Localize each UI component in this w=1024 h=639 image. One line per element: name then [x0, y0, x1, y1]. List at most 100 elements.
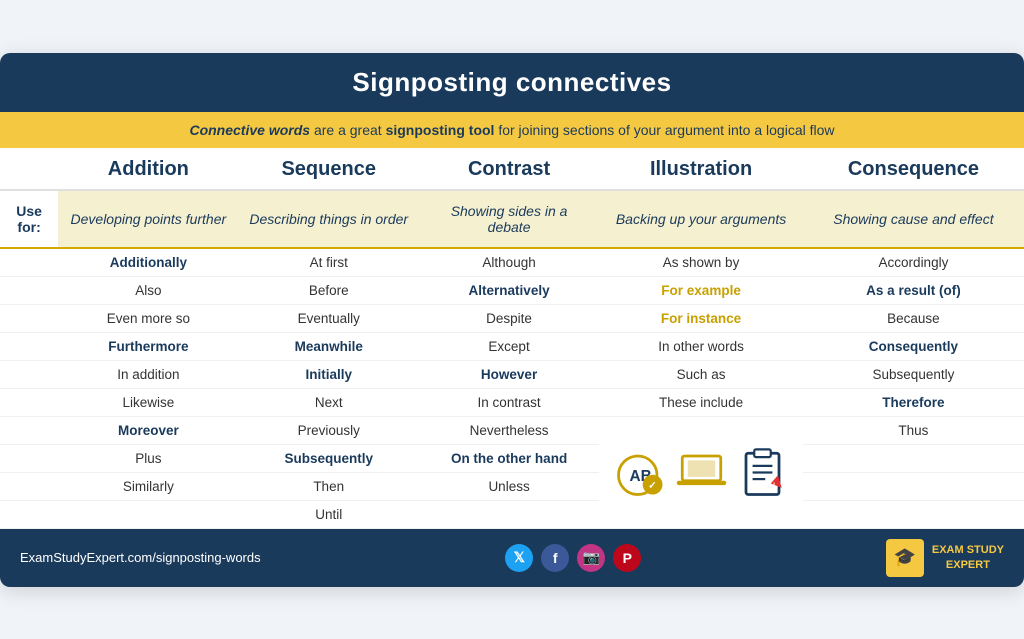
cell-contrast-5: In contrast	[419, 388, 599, 416]
brand-logo: 🎓 EXAM STUDY EXPERT	[886, 539, 1004, 577]
header-contrast: Contrast	[419, 148, 599, 190]
table-row: MoreoverPreviouslyNevertheless AB ✓	[0, 416, 1024, 444]
subtitle-connective-words: Connective words	[189, 122, 310, 138]
table-row: AdditionallyAt firstAlthoughAs shown byA…	[0, 248, 1024, 277]
cell-sequence-4: Initially	[239, 360, 419, 388]
brand-line2: EXPERT	[946, 559, 990, 571]
brand-text: EXAM STUDY EXPERT	[932, 543, 1004, 572]
laptop-icon	[674, 445, 729, 500]
cell-addition-4: In addition	[58, 360, 238, 388]
word-text: On the other hand	[451, 451, 567, 466]
twitter-icon[interactable]: 𝕏	[505, 544, 533, 572]
cell-sequence-8: Then	[239, 472, 419, 500]
cell-addition-1: Also	[58, 276, 238, 304]
svg-text:✓: ✓	[648, 480, 656, 491]
cell-sequence-5: Next	[239, 388, 419, 416]
cell-consequence-3: Consequently	[803, 332, 1024, 360]
title-bar: Signposting connectives	[0, 53, 1024, 112]
word-text: Additionally	[110, 255, 187, 270]
row-label-empty	[0, 472, 58, 500]
word-text: Therefore	[882, 395, 944, 410]
use-for-row: Use for: Developing points further Descr…	[0, 190, 1024, 248]
brand-icon: 🎓	[886, 539, 924, 577]
cell-consequence-7	[803, 444, 1024, 472]
header-illustration: Illustration	[599, 148, 803, 190]
subtitle-signposting-tool: signposting tool	[386, 122, 495, 138]
table-row: LikewiseNextIn contrastThese includeTher…	[0, 388, 1024, 416]
empty-header	[0, 148, 58, 190]
cell-contrast-9	[419, 500, 599, 528]
word-text: Alternatively	[469, 283, 550, 298]
table-row: Even more soEventuallyDespite For instanc…	[0, 304, 1024, 332]
word-text: Subsequently	[284, 451, 373, 466]
cell-sequence-9: Until	[239, 500, 419, 528]
table-row: In additionInitiallyHoweverSuch asSubseq…	[0, 360, 1024, 388]
card: Signposting connectives Connective words…	[0, 53, 1024, 587]
row-label-empty	[0, 360, 58, 388]
use-for-sequence: Describing things in order	[239, 190, 419, 248]
social-icons: 𝕏 f 📷 P	[505, 544, 641, 572]
cell-consequence-8	[803, 472, 1024, 500]
row-label-empty	[0, 388, 58, 416]
word-text: Consequently	[869, 339, 958, 354]
cell-contrast-1: Alternatively	[419, 276, 599, 304]
content-area: Addition Sequence Contrast Illustration …	[0, 148, 1024, 529]
cell-addition-2: Even more so	[58, 304, 238, 332]
cell-addition-6: Moreover	[58, 416, 238, 444]
pinterest-icon[interactable]: P	[613, 544, 641, 572]
cell-contrast-6: Nevertheless	[419, 416, 599, 444]
cell-consequence-1: As a result (of)	[803, 276, 1024, 304]
column-header-row: Addition Sequence Contrast Illustration …	[0, 148, 1024, 190]
subtitle-bar: Connective words are a great signposting…	[0, 112, 1024, 148]
cell-contrast-2: Despite	[419, 304, 599, 332]
row-label-empty	[0, 248, 58, 277]
table-row: Plus Subsequently On the other hand	[0, 444, 1024, 472]
abc-icon: AB ✓	[613, 445, 668, 500]
word-text: Moreover	[118, 423, 179, 438]
brand-line1: EXAM STUDY	[932, 544, 1004, 556]
cell-sequence-0: At first	[239, 248, 419, 277]
header-consequence: Consequence	[803, 148, 1024, 190]
cell-consequence-2: Because	[803, 304, 1024, 332]
use-for-addition: Developing points further	[58, 190, 238, 248]
cell-illustration-6: AB ✓	[599, 416, 803, 528]
cell-addition-9	[58, 500, 238, 528]
row-label-empty	[0, 444, 58, 472]
use-for-illustration: Backing up your arguments	[599, 190, 803, 248]
row-label-empty	[0, 304, 58, 332]
facebook-icon[interactable]: f	[541, 544, 569, 572]
cell-illustration-2: For instance	[599, 304, 803, 332]
cell-addition-7: Plus	[58, 444, 238, 472]
cell-contrast-0: Although	[419, 248, 599, 277]
cell-illustration-4: Such as	[599, 360, 803, 388]
cell-contrast-4: However	[419, 360, 599, 388]
subtitle-part4: for joining sections of your argument in…	[494, 122, 834, 138]
use-for-contrast: Showing sides in a debate	[419, 190, 599, 248]
cell-illustration-5: These include	[599, 388, 803, 416]
cell-sequence-6: Previously	[239, 416, 419, 444]
word-text: However	[481, 367, 537, 382]
instagram-icon[interactable]: 📷	[577, 544, 605, 572]
table-row: Until	[0, 500, 1024, 528]
table-row: FurthermoreMeanwhileExceptIn other words…	[0, 332, 1024, 360]
row-label-empty	[0, 276, 58, 304]
row-label-empty	[0, 500, 58, 528]
cell-addition-0: Additionally	[58, 248, 238, 277]
use-for-label: Use for:	[0, 190, 58, 248]
cell-sequence-7: Subsequently	[239, 444, 419, 472]
cell-sequence-2: Eventually	[239, 304, 419, 332]
header-addition: Addition	[58, 148, 238, 190]
words-body: AdditionallyAt firstAlthoughAs shown byA…	[0, 248, 1024, 529]
word-text: For instance	[661, 311, 741, 326]
cell-sequence-1: Before	[239, 276, 419, 304]
footer-url: ExamStudyExpert.com/signposting-words	[20, 550, 261, 565]
cell-consequence-0: Accordingly	[803, 248, 1024, 277]
main-table: Addition Sequence Contrast Illustration …	[0, 148, 1024, 529]
cell-consequence-9	[803, 500, 1024, 528]
cell-illustration-3: In other words	[599, 332, 803, 360]
cell-addition-3: Furthermore	[58, 332, 238, 360]
table-row: SimilarlyThenUnless	[0, 472, 1024, 500]
clipboard-icon: !	[735, 445, 790, 500]
cell-contrast-8: Unless	[419, 472, 599, 500]
main-title: Signposting connectives	[352, 67, 671, 97]
